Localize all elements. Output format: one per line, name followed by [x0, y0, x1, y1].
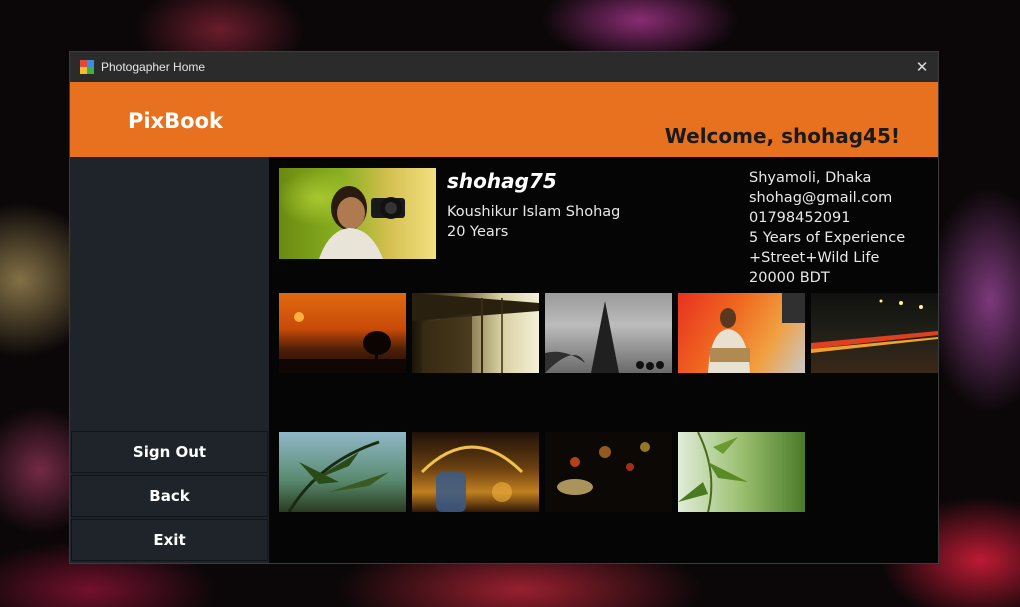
gallery-photo-bridge[interactable] [412, 293, 539, 373]
app-icon [80, 60, 94, 74]
app-logo: PixBook [128, 109, 223, 133]
profile-experience: 5 Years of Experience [749, 230, 906, 246]
profile-username: shohag75 [447, 169, 557, 193]
gallery-photo-night-bokeh[interactable] [545, 432, 672, 512]
sidebar: Sign Out Back Exit [70, 157, 269, 563]
gallery-photo-bamboo-leaves[interactable] [279, 432, 406, 512]
gallery-photo-green-leaves[interactable] [678, 432, 805, 512]
photographer-home-window: Photogapher Home ✕ PixBook Welcome, shoh… [69, 51, 939, 564]
window-title: Photogapher Home [101, 60, 206, 74]
profile-photo [279, 168, 436, 259]
gallery-photo-street-vendor[interactable] [678, 293, 805, 373]
profile-email: shohag@gmail.com [749, 190, 893, 206]
title-bar: Photogapher Home ✕ [70, 52, 938, 82]
profile-specialty: +Street+Wild Life [749, 250, 880, 266]
gallery-photo-sunset[interactable] [279, 293, 406, 373]
profile-rate: 20000 BDT [749, 270, 830, 286]
sign-out-button[interactable]: Sign Out [71, 431, 268, 473]
welcome-message: Welcome, shohag45! [664, 124, 900, 148]
back-button[interactable]: Back [71, 475, 268, 517]
close-icon: ✕ [915, 59, 929, 76]
close-button[interactable]: ✕ [906, 52, 938, 82]
profile-full-name: Koushikur Islam Shohag [447, 204, 621, 220]
exit-button[interactable]: Exit [71, 519, 268, 561]
gallery-photo-night-traffic[interactable] [811, 293, 938, 373]
header-bar: PixBook Welcome, shohag45! [70, 82, 938, 157]
gallery-photo-monument[interactable] [545, 293, 672, 373]
profile-age: 20 Years [447, 224, 509, 240]
profile-location: Shyamoli, Dhaka [749, 170, 872, 186]
profile-phone: 01798452091 [749, 210, 851, 226]
main-panel: shohag75 Koushikur Islam Shohag 20 Years… [269, 157, 938, 563]
gallery-photo-bottle-bokeh[interactable] [412, 432, 539, 512]
